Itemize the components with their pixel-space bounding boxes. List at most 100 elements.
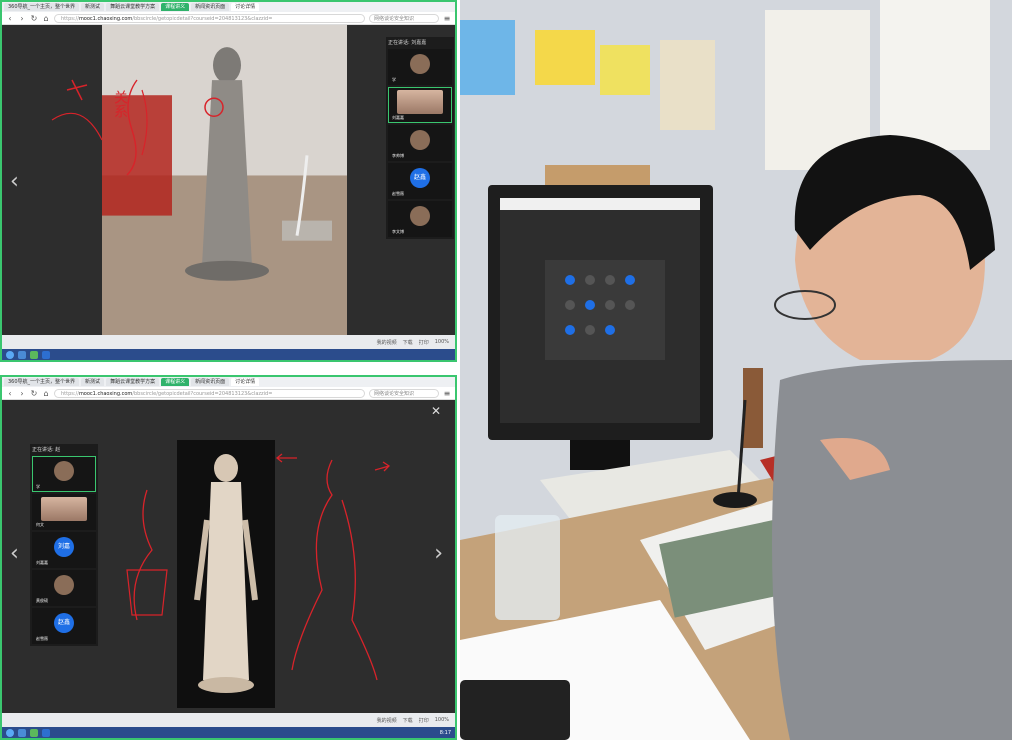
strip-title: 正在讲话: 刘嘉嘉 xyxy=(388,40,427,46)
avatar xyxy=(54,575,74,595)
reload-icon[interactable]: ↻ xyxy=(30,14,38,23)
participant-name: 李文博 xyxy=(392,229,404,234)
participant-tile[interactable]: 刘嘉 刘嘉嘉 xyxy=(32,532,96,568)
tab[interactable]: 新测试 xyxy=(81,378,105,386)
shared-screen: 正在讲话: 赵 学 何文 刘嘉 刘嘉嘉 黄俊硕 赵鑫 赵雪薇 ‹ › ✕ xyxy=(2,400,455,714)
participant-name: 何文 xyxy=(36,522,44,527)
forward-icon[interactable]: › xyxy=(18,14,26,23)
status-bar: 我的视频 下载 打印 100% xyxy=(2,713,455,727)
next-arrow-icon[interactable]: › xyxy=(434,541,443,566)
tab-active[interactable]: 讨论详情 xyxy=(231,378,260,386)
zoom-level[interactable]: 100% xyxy=(435,717,449,723)
participant-name: 学 xyxy=(36,484,40,489)
tab[interactable]: 舞蹈云课堂教学方案 xyxy=(106,378,160,386)
taskbar-app-icon[interactable] xyxy=(30,350,38,359)
taskbar-app-icon[interactable] xyxy=(18,350,26,359)
taskbar-app-icon[interactable] xyxy=(18,728,26,737)
paper-sheet xyxy=(880,0,990,150)
prev-arrow-icon[interactable]: ‹ xyxy=(10,541,19,566)
participant-strip: 正在讲话: 刘嘉嘉 学 刘嘉嘉 李帅博 赵鑫赵雪薇 李文博 xyxy=(386,37,454,239)
status-item[interactable]: 下载 xyxy=(403,717,413,724)
status-item[interactable]: 打印 xyxy=(419,717,429,724)
sticky-note xyxy=(460,20,515,95)
search-input[interactable]: 网络谈论安全知识 xyxy=(369,388,439,398)
address-bar: ‹ › ↻ ⌂ https://mooc1.chaoxing.com/bbsci… xyxy=(2,387,455,400)
tab-active[interactable]: 讨论详情 xyxy=(231,3,260,11)
phone xyxy=(460,680,570,740)
tab[interactable]: 新测试 xyxy=(81,3,105,11)
desk-photo xyxy=(460,0,1012,740)
search-input[interactable]: 网络谈论安全知识 xyxy=(369,13,439,23)
menu-icon[interactable]: ≡ xyxy=(443,389,451,398)
student-at-desk-photo xyxy=(460,0,1012,740)
status-item[interactable]: 打印 xyxy=(419,339,429,346)
participant-name: 赵雪薇 xyxy=(392,191,404,196)
tab-sharing[interactable]: 课程讲义 xyxy=(161,378,190,386)
avatar xyxy=(410,54,430,74)
prev-arrow-icon[interactable]: ‹ xyxy=(10,169,19,194)
status-item[interactable]: 我的视频 xyxy=(377,717,397,724)
status-bar: 我的视频 下载 打印 100% xyxy=(2,335,455,349)
status-item[interactable]: 我的视频 xyxy=(377,339,397,346)
close-icon[interactable]: ✕ xyxy=(431,404,441,418)
avatar xyxy=(54,461,74,481)
annotation-sketch xyxy=(126,453,391,681)
participant-tile[interactable]: 学 xyxy=(32,456,96,492)
forward-icon[interactable]: › xyxy=(18,389,26,398)
tab[interactable]: 360导航_一个主页，整个世界 xyxy=(4,3,80,11)
paper-note xyxy=(660,40,715,130)
participant-tile[interactable]: 黄俊硕 xyxy=(32,570,96,606)
tab-bar: 360导航_一个主页，整个世界 新测试 舞蹈云课堂教学方案 课程讲义 新闻资讯页… xyxy=(2,377,455,387)
tab-bar: 360导航_一个主页，整个世界 新测试 舞蹈云课堂教学方案 课程讲义 新闻资讯页… xyxy=(2,2,455,12)
home-icon[interactable]: ⌂ xyxy=(42,389,50,398)
avatar: 刘嘉 xyxy=(54,537,74,557)
participant-tile[interactable]: 李帅博 xyxy=(388,125,452,161)
taskbar-app-icon[interactable] xyxy=(42,728,50,737)
home-icon[interactable]: ⌂ xyxy=(42,14,50,23)
tab[interactable]: 360导航_一个主页，整个世界 xyxy=(4,378,80,386)
participant-tile[interactable]: 何文 xyxy=(32,494,96,530)
clock: 8:17 xyxy=(439,729,451,736)
taskbar: 8:17 xyxy=(2,727,455,738)
menu-icon[interactable]: ≡ xyxy=(443,14,451,23)
url-field[interactable]: https://mooc1.chaoxing.com/bbscircle/get… xyxy=(54,388,365,398)
participant-tile[interactable]: 学 xyxy=(388,49,452,85)
zoom-level[interactable]: 100% xyxy=(435,339,449,345)
participant-tile[interactable]: 李文博 xyxy=(388,201,452,237)
start-icon[interactable] xyxy=(6,350,14,359)
video-feed xyxy=(397,90,443,114)
top-screenshot: 360导航_一个主页，整个世界 新测试 舞蹈云课堂教学方案 课程讲义 新闻资讯页… xyxy=(0,0,457,362)
tab[interactable]: 舞蹈云课堂教学方案 xyxy=(106,3,160,11)
shared-screen: 关系 ‹ 正在讲话: 刘嘉嘉 学 刘嘉嘉 李帅博 赵鑫 赵雪薇 李文博 xyxy=(2,25,455,346)
address-bar: ‹ › ↻ ⌂ https://mooc1.chaoxing.com/bbsci… xyxy=(2,12,455,25)
tab-sharing[interactable]: 课程讲义 xyxy=(161,3,190,11)
participant-name: 赵雪薇 xyxy=(36,636,48,641)
url-field[interactable]: https://mooc1.chaoxing.com/bbscircle/get… xyxy=(54,13,365,23)
tab[interactable]: 新闻资讯页面 xyxy=(191,3,230,11)
back-icon[interactable]: ‹ xyxy=(6,14,14,23)
participant-name: 刘嘉嘉 xyxy=(392,115,404,120)
participant-tile[interactable]: 赵鑫赵雪薇 xyxy=(388,163,452,199)
glass xyxy=(495,515,560,620)
video-feed xyxy=(41,497,87,521)
avatar: 赵鑫 xyxy=(410,168,430,188)
taskbar xyxy=(2,349,455,360)
avatar xyxy=(410,130,430,150)
tab[interactable]: 新闻资讯页面 xyxy=(191,378,230,386)
strip-title: 正在讲话: 赵 xyxy=(32,447,61,453)
microphone-base xyxy=(713,492,757,508)
reload-icon[interactable]: ↻ xyxy=(30,389,38,398)
status-item[interactable]: 下载 xyxy=(403,339,413,346)
speaker xyxy=(743,368,763,448)
participant-strip: 正在讲话: 赵 学 何文 刘嘉 刘嘉嘉 黄俊硕 赵鑫 赵雪薇 xyxy=(30,444,98,646)
back-icon[interactable]: ‹ xyxy=(6,389,14,398)
participant-tile[interactable]: 赵鑫 赵雪薇 xyxy=(32,608,96,644)
sticky-note xyxy=(600,45,650,95)
start-icon[interactable] xyxy=(6,728,14,737)
participant-name: 学 xyxy=(392,77,396,82)
sticky-note xyxy=(535,30,595,85)
participant-name: 李帅博 xyxy=(392,153,404,158)
taskbar-app-icon[interactable] xyxy=(30,728,38,737)
participant-tile[interactable]: 刘嘉嘉 xyxy=(388,87,452,123)
taskbar-app-icon[interactable] xyxy=(42,350,50,359)
